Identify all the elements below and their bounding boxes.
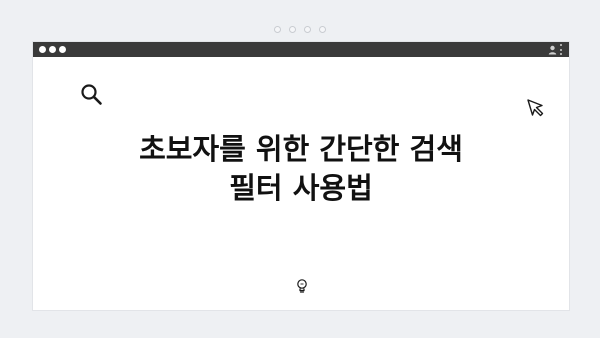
- headline-line-1: 초보자를 위한 간단한 검색: [139, 132, 463, 166]
- window-controls: [39, 46, 66, 53]
- page-headline: 초보자를 위한 간단한 검색 필터 사용법: [33, 130, 569, 208]
- titlebar-icons: [548, 44, 563, 55]
- headline-line-2: 필터 사용법: [229, 171, 373, 205]
- cursor-icon: [527, 99, 544, 117]
- indicator-dot: [289, 26, 296, 33]
- browser-window: 초보자를 위한 간단한 검색 필터 사용법: [33, 42, 569, 310]
- window-control-dot[interactable]: [59, 46, 66, 53]
- indicator-dot: [304, 26, 311, 33]
- search-icon: [81, 84, 102, 105]
- indicator-dot: [319, 26, 326, 33]
- indicator-dot: [274, 26, 281, 33]
- window-control-dot[interactable]: [49, 46, 56, 53]
- kebab-menu-icon[interactable]: [560, 44, 563, 55]
- device-indicator-dots: [0, 26, 600, 33]
- window-titlebar: [33, 42, 569, 57]
- lightbulb-icon: [297, 279, 307, 293]
- device-frame: 초보자를 위한 간단한 검색 필터 사용법: [0, 0, 600, 338]
- window-control-dot[interactable]: [39, 46, 46, 53]
- user-icon[interactable]: [548, 45, 557, 55]
